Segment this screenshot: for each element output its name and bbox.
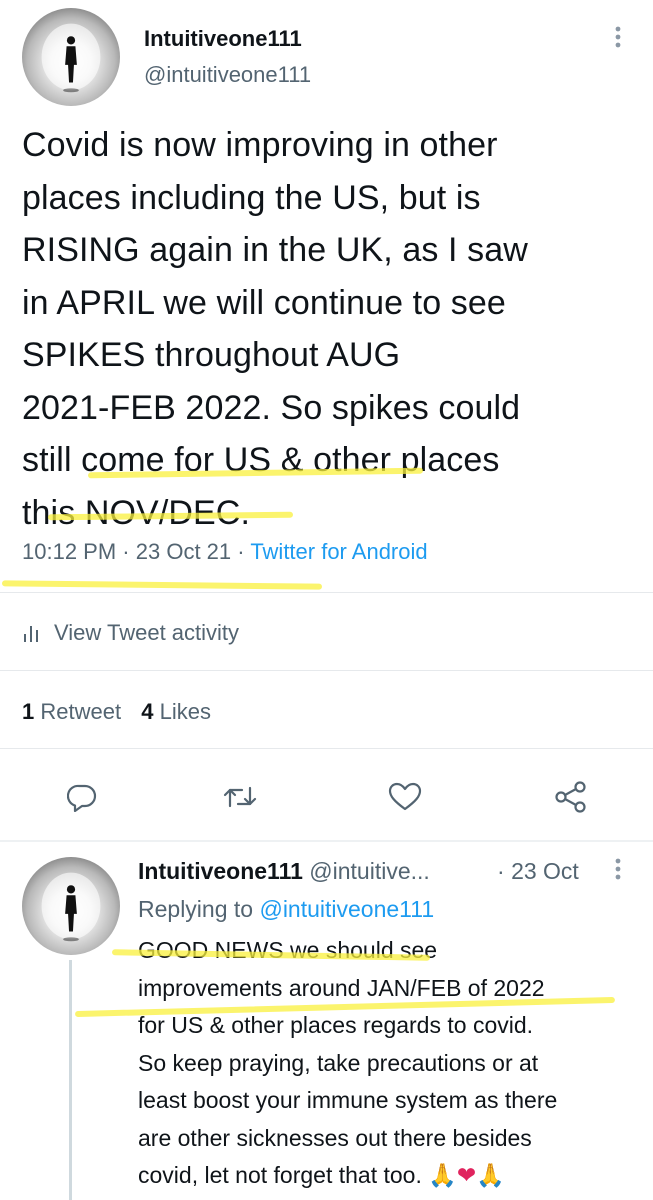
reply-text-line: covid, let not forget that too. bbox=[138, 1162, 422, 1188]
retweet-label: Retweet bbox=[40, 699, 122, 724]
tweet-text-line: still come for US & other places bbox=[22, 441, 500, 479]
avatar[interactable] bbox=[22, 857, 120, 955]
meta-separator: · bbox=[497, 858, 505, 884]
reply-date[interactable]: · 23 Oct bbox=[497, 858, 579, 885]
tweet-text-line: Covid is now improving in other bbox=[22, 126, 498, 164]
more-options-icon[interactable] bbox=[608, 24, 628, 52]
avatar[interactable] bbox=[22, 8, 120, 106]
tweet-text-line: in APRIL we will continue to see bbox=[22, 283, 506, 322]
tweet-text-line: SPIKES throughout AUG bbox=[22, 336, 401, 374]
view-activity-label: View Tweet activity bbox=[54, 620, 240, 645]
replying-prefix: Replying to bbox=[138, 896, 254, 922]
tweet-meta: 10:12 PM · 23 Oct 21 · Twitter for Andro… bbox=[22, 539, 428, 565]
user-handle[interactable]: @intuitive... bbox=[309, 858, 430, 884]
like-icon[interactable] bbox=[388, 782, 422, 812]
retweet-count: 1 bbox=[22, 699, 35, 724]
divider bbox=[0, 670, 653, 671]
tweet-text-line: 2021-FEB 2022. So spikes could bbox=[22, 388, 521, 427]
user-handle[interactable]: @intuitiveone111 bbox=[144, 62, 311, 88]
view-activity-button[interactable]: View Tweet activity bbox=[22, 618, 239, 648]
reply-text: GOOD NEWS we should see improvements aro… bbox=[138, 932, 643, 1196]
emoji-group: 🙏❤🙏 bbox=[428, 1163, 505, 1189]
share-icon[interactable] bbox=[554, 780, 588, 814]
engagement-counts: 1 Retweet 4 Likes bbox=[22, 699, 211, 725]
analytics-bars-icon bbox=[22, 623, 40, 643]
reply-date-text: 23 Oct bbox=[511, 858, 579, 884]
reply-last-line: covid, let not forget that too. 🙏❤🙏 bbox=[138, 1157, 643, 1196]
thread-line bbox=[69, 960, 72, 1200]
retweet-stat[interactable]: 1 Retweet bbox=[22, 699, 127, 724]
tweet-date[interactable]: 23 Oct 21 bbox=[136, 539, 231, 564]
reply-header: Intuitiveone111 @intuitive... bbox=[138, 858, 430, 885]
retweet-icon[interactable] bbox=[223, 782, 257, 812]
replying-to-handle[interactable]: @intuitiveone111 bbox=[259, 896, 434, 922]
more-options-icon[interactable] bbox=[608, 856, 628, 884]
reply-text-line: least boost your immune system as there bbox=[138, 1087, 558, 1113]
highlight-mark bbox=[1, 580, 323, 590]
like-stat[interactable]: 4 Likes bbox=[141, 699, 211, 724]
tweet-time[interactable]: 10:12 PM bbox=[22, 539, 116, 564]
replying-to: Replying to @intuitiveone111 bbox=[138, 896, 434, 923]
tweet-text-line: RISING again in the UK, as I saw bbox=[22, 231, 528, 269]
reply-icon[interactable] bbox=[67, 782, 97, 812]
reply-text-line: So keep praying, take precautions or at bbox=[138, 1049, 539, 1076]
display-name[interactable]: Intuitiveone111 bbox=[144, 26, 302, 52]
display-name[interactable]: Intuitiveone111 bbox=[138, 858, 303, 884]
divider bbox=[0, 748, 653, 749]
meta-separator: · bbox=[237, 539, 245, 564]
like-count: 4 bbox=[141, 699, 154, 724]
tweet-source-link[interactable]: Twitter for Android bbox=[250, 539, 427, 564]
divider bbox=[0, 840, 653, 842]
like-label: Likes bbox=[159, 699, 211, 724]
divider bbox=[0, 592, 653, 593]
reply-text-line: are other sicknesses out there besides bbox=[138, 1124, 532, 1151]
meta-separator: · bbox=[122, 539, 130, 564]
tweet-text-line: places including the US, but is bbox=[22, 178, 481, 217]
